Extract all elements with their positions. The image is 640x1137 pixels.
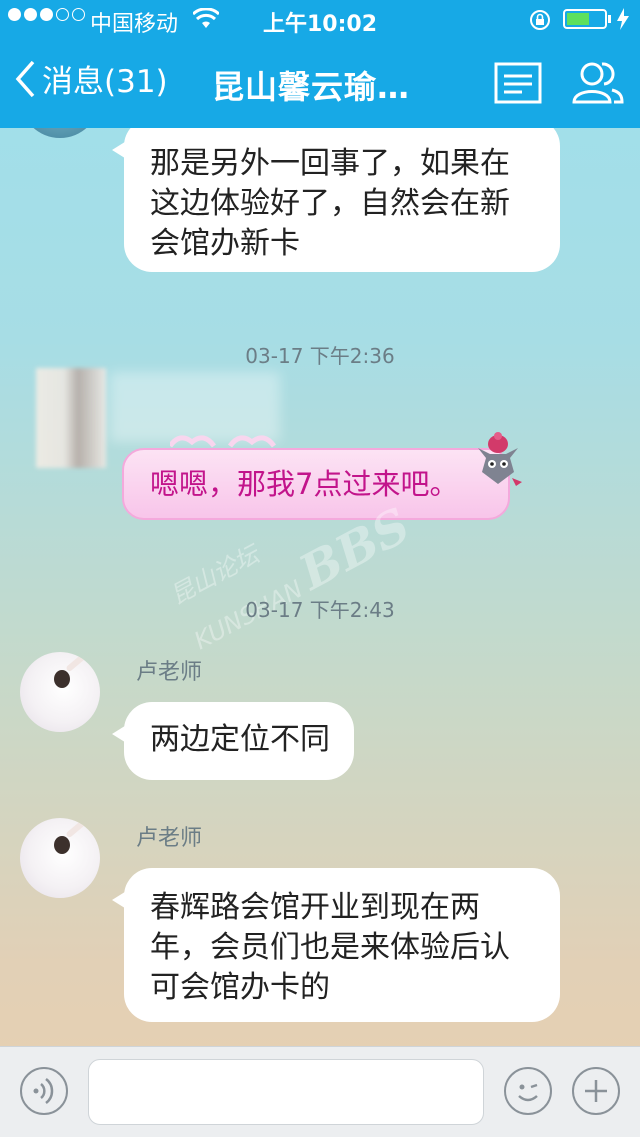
chevron-left-icon [15,60,35,97]
battery-icon [563,9,607,29]
page-title: 昆山馨云瑜… [212,68,411,106]
message-text-line: 两边定位不同 [150,722,330,757]
charging-icon [616,8,630,36]
sender-name: 卢老师 [136,660,203,685]
timestamp: 03-17 下午2:36 [245,344,395,368]
message-text-line: 春辉路会馆开业到现在两 [150,890,480,925]
message-input[interactable] [88,1059,484,1125]
list-icon [494,62,542,104]
back-button[interactable]: 消息(31) [14,56,168,101]
chat-menu-button[interactable] [494,62,542,108]
message-text-line: 年，会员们也是来体验后认 [150,930,510,965]
chat-area[interactable]: 那是另外一回事了，如果在 这边体验好了，自然会在新 会馆办新卡 03-17 下午… [0,128,640,1046]
smiley-icon [518,1083,538,1102]
message-bubble[interactable]: 两边定位不同 [112,702,354,780]
outgoing-message-bubble[interactable]: 嗯嗯，那我7点过来吧。 [122,448,510,520]
message-bubble[interactable]: 春辉路会馆开业到现在两 年，会员们也是来体验后认 可会馆办卡的 [112,868,560,1022]
voice-icon [33,1078,54,1104]
plus-icon [585,1080,607,1102]
nav-bar: 消息(31) 昆山馨云瑜… [0,40,640,128]
message-bubble[interactable]: 那是另外一回事了，如果在 这边体验好了，自然会在新 会馆办新卡 [112,128,560,272]
group-members-button[interactable] [570,60,626,108]
timestamp: 03-17 下午2:43 [245,598,395,622]
message-text-line: 那是另外一回事了，如果在 [150,146,510,181]
avatar[interactable] [20,818,100,898]
emoji-button[interactable] [504,1067,552,1115]
message-text: 嗯嗯，那我7点过来吧。 [150,467,459,501]
heart-decoration-icon [170,435,277,448]
more-button[interactable] [572,1067,620,1115]
wolf-sticker-icon [478,432,522,486]
avatar[interactable] [20,128,100,138]
voice-button[interactable] [20,1067,68,1115]
sender-name: 卢老师 [136,826,203,851]
input-bar [0,1046,640,1137]
message-text-line: 会馆办新卡 [150,226,300,261]
message-text-line: 这边体验好了，自然会在新 [150,186,510,221]
avatar[interactable] [20,652,100,732]
message-text-line: 可会馆办卡的 [150,970,330,1005]
status-bar: 中国移动 上午10:02 [0,0,640,40]
rotation-lock-icon [528,8,552,38]
blurred-avatar [36,368,106,468]
people-icon [572,62,624,104]
back-label: 消息(31) [42,64,168,100]
